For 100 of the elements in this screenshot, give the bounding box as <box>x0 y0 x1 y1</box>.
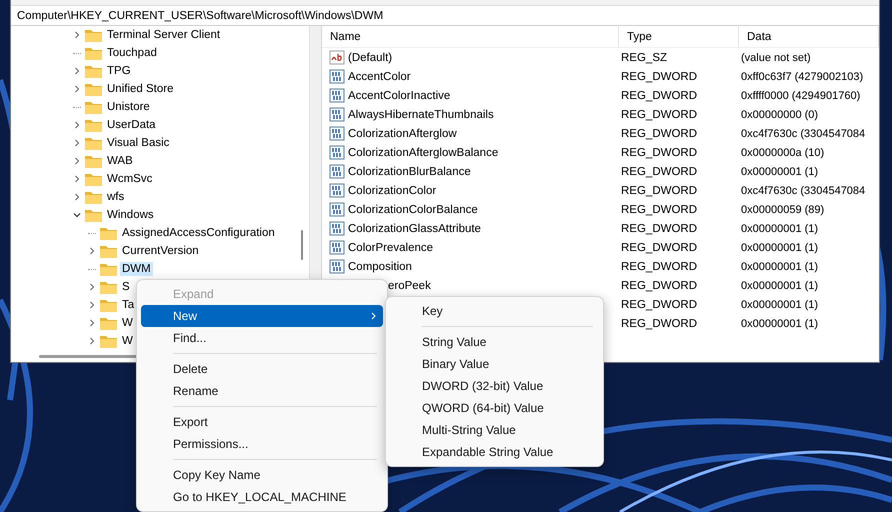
binary-value-icon <box>329 88 345 103</box>
menu-item[interactable]: DWORD (32-bit) Value <box>390 375 599 397</box>
folder-icon <box>84 208 103 222</box>
value-type: REG_DWORD <box>621 298 698 310</box>
value-type: REG_DWORD <box>621 166 698 178</box>
value-name[interactable]: AccentColor <box>348 70 411 82</box>
menu-item[interactable]: String Value <box>390 331 599 353</box>
value-type: REG_DWORD <box>621 128 698 140</box>
value-name[interactable]: ColorizationAfterglowBalance <box>348 146 498 158</box>
string-value-icon <box>329 50 345 65</box>
value-name[interactable]: ColorizationColor <box>348 184 436 196</box>
value-type: REG_DWORD <box>621 90 698 102</box>
value-type: REG_DWORD <box>621 146 698 158</box>
value-data: (value not set) <box>741 52 811 64</box>
menu-item[interactable]: Rename <box>141 380 383 402</box>
tree-item[interactable]: UserData <box>105 118 158 132</box>
menu-item[interactable]: Export <box>141 411 383 433</box>
tree-item[interactable]: Windows <box>105 208 156 222</box>
tree-item[interactable]: WcmSvc <box>105 172 154 186</box>
tree-item[interactable]: WAB <box>105 154 135 168</box>
value-data: 0x00000001 (1) <box>741 222 818 234</box>
binary-value-icon <box>329 259 345 274</box>
value-data: 0x00000059 (89) <box>741 204 824 216</box>
value-name[interactable]: Composition <box>348 260 412 272</box>
menu-item[interactable]: Go to HKEY_LOCAL_MACHINE <box>141 486 383 508</box>
value-name[interactable]: ColorizationAfterglow <box>348 128 457 140</box>
menu-item[interactable]: Find... <box>141 327 383 349</box>
value-data: 0x00000001 (1) <box>741 260 818 272</box>
value-type: REG_DWORD <box>621 204 698 216</box>
tree-item[interactable]: S <box>120 280 132 294</box>
menu-item[interactable]: Permissions... <box>141 433 383 455</box>
menu-item[interactable]: Binary Value <box>390 353 599 375</box>
value-type: REG_DWORD <box>621 222 698 234</box>
tree-item[interactable]: Visual Basic <box>105 136 172 150</box>
value-data: 0xc4f7630c (3304547084 <box>741 128 866 140</box>
tree-item[interactable]: W <box>120 334 135 348</box>
menu-item[interactable]: New <box>141 305 383 327</box>
value-type: REG_DWORD <box>621 108 698 120</box>
value-data: 0x00000001 (1) <box>741 242 818 254</box>
value-name[interactable]: ColorPrevalence <box>348 242 434 254</box>
folder-icon <box>99 316 118 330</box>
binary-value-icon <box>329 183 345 198</box>
tree-item[interactable]: Unistore <box>105 100 152 114</box>
menu-item[interactable]: Expandable String Value <box>390 441 599 463</box>
value-data: 0x00000000 (0) <box>741 108 818 120</box>
value-data: 0xc4f7630c (3304547084 <box>741 184 866 196</box>
folder-icon <box>84 172 103 186</box>
folder-icon <box>84 82 103 96</box>
tree-item[interactable]: CurrentVersion <box>120 244 201 258</box>
value-data: 0x0000000a (10) <box>741 146 824 158</box>
binary-value-icon <box>329 221 345 236</box>
scrollbar-thumb[interactable] <box>301 230 303 260</box>
binary-value-icon <box>329 202 345 217</box>
value-data: 0x00000001 (1) <box>741 280 818 292</box>
value-data: 0x00000001 (1) <box>741 318 818 330</box>
binary-value-icon <box>329 240 345 255</box>
value-name[interactable]: ColorizationGlassAttribute <box>348 222 481 234</box>
value-name[interactable]: AccentColorInactive <box>348 90 450 102</box>
binary-value-icon <box>329 107 345 122</box>
tree-item[interactable]: TPG <box>105 64 133 78</box>
folder-icon <box>99 262 118 276</box>
column-header[interactable]: Name <box>322 26 619 48</box>
menu-item[interactable]: Multi-String Value <box>390 419 599 441</box>
value-name[interactable]: ColorizationColorBalance <box>348 204 478 216</box>
value-data: 0xff0c63f7 (4279002103) <box>741 70 864 82</box>
tree-item[interactable]: Unified Store <box>105 82 176 96</box>
tree-item[interactable]: W <box>120 316 135 330</box>
value-name[interactable]: (Default) <box>348 52 392 64</box>
column-header[interactable]: Data <box>739 26 879 48</box>
folder-icon <box>99 244 118 258</box>
tree-item[interactable]: DWM <box>120 262 153 276</box>
menu-item[interactable]: Copy Key Name <box>141 464 383 486</box>
value-data: 0x00000001 (1) <box>741 298 818 310</box>
value-type: REG_DWORD <box>621 70 698 82</box>
value-name[interactable]: eroPeek <box>388 280 431 292</box>
tree-item[interactable]: Touchpad <box>105 46 159 60</box>
value-type: REG_DWORD <box>621 260 698 272</box>
folder-icon <box>84 64 103 78</box>
folder-icon <box>84 136 103 150</box>
value-type: REG_SZ <box>621 52 668 64</box>
folder-icon <box>99 226 118 240</box>
value-name[interactable]: AlwaysHibernateThumbnails <box>348 108 494 120</box>
value-type: REG_DWORD <box>621 280 698 292</box>
binary-value-icon <box>329 164 345 179</box>
tree-item[interactable]: AssignedAccessConfiguration <box>120 226 277 240</box>
folder-icon <box>84 118 103 132</box>
tree-item[interactable]: Terminal Server Client <box>105 28 222 42</box>
folder-icon <box>84 46 103 60</box>
tree-item[interactable]: Ta <box>120 298 136 312</box>
binary-value-icon <box>329 126 345 141</box>
folder-icon <box>99 334 118 348</box>
binary-value-icon <box>329 69 345 84</box>
column-header[interactable]: Type <box>619 26 739 48</box>
menu-item[interactable]: Delete <box>141 358 383 380</box>
value-name[interactable]: ColorizationBlurBalance <box>348 166 471 178</box>
value-data: 0xffff0000 (4294901760) <box>741 90 860 102</box>
menu-item[interactable]: Key <box>390 300 599 322</box>
chevron-icon[interactable] <box>73 211 81 219</box>
tree-item[interactable]: wfs <box>105 190 126 204</box>
menu-item[interactable]: QWORD (64-bit) Value <box>390 397 599 419</box>
